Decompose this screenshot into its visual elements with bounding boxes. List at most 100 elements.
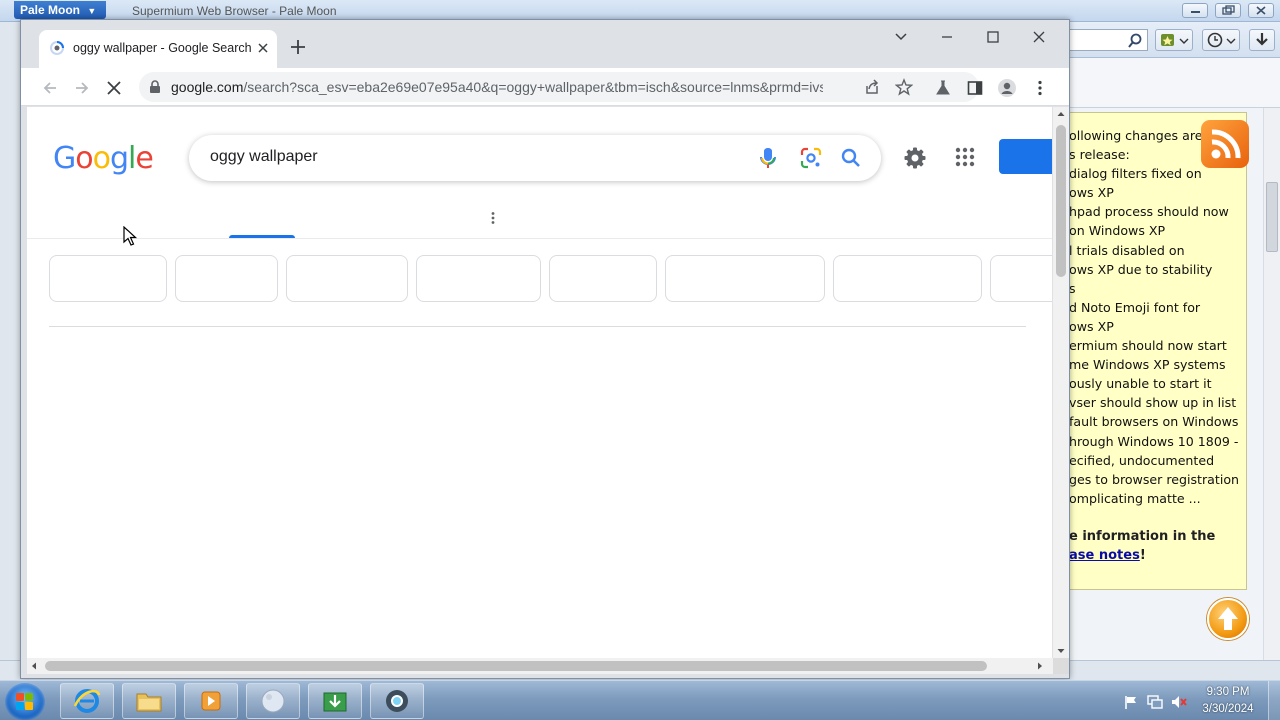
filter-chip[interactable] — [665, 255, 825, 302]
release-notes-panel: ollowing changes are i s release: dialog… — [1062, 112, 1247, 590]
bg-restore-button[interactable] — [1215, 3, 1241, 18]
logo-letter: G — [53, 141, 76, 176]
scrollbar-corner — [1053, 658, 1069, 674]
release-note-line: ermium should now start — [1069, 338, 1227, 354]
network-icon[interactable] — [1146, 694, 1164, 710]
filter-chip[interactable] — [286, 255, 408, 302]
action-center-flag-icon[interactable] — [1123, 694, 1139, 710]
settings-gear-icon[interactable] — [903, 146, 927, 170]
lock-icon[interactable] — [149, 80, 161, 94]
bookmark-star-icon[interactable] — [895, 78, 913, 96]
horizontal-scroll-thumb[interactable] — [45, 661, 987, 671]
mouse-pointer-icon — [123, 226, 139, 248]
url-text[interactable]: google.com/search?sca_esv=eba2e69e07e95a… — [171, 79, 823, 95]
rss-feed-icon[interactable] — [1201, 120, 1249, 168]
history-button[interactable] — [1202, 29, 1240, 51]
release-note-line: fault browsers on Windows — [1069, 414, 1239, 430]
scroll-left-arrow-icon[interactable] — [27, 658, 41, 674]
search-box[interactable]: oggy wallpaper — [189, 135, 881, 181]
bg-close-button[interactable] — [1248, 3, 1274, 18]
release-note-line: hpad process should now — [1069, 204, 1229, 220]
clock-time[interactable]: 9:30 PM — [1196, 686, 1260, 698]
pale-moon-taskbar-icon[interactable] — [246, 683, 300, 719]
release-note-line: ecified, undocumented — [1069, 452, 1215, 468]
bookmarks-button[interactable] — [1155, 29, 1193, 51]
filter-chip[interactable] — [549, 255, 657, 302]
more-info-prefix: e information in the — [1069, 528, 1216, 544]
new-tab-button[interactable] — [287, 36, 309, 58]
share-icon[interactable] — [863, 78, 881, 96]
loading-favicon-icon — [49, 40, 65, 56]
bg-minimize-button[interactable] — [1182, 3, 1208, 18]
download-manager-taskbar-icon[interactable] — [308, 683, 362, 719]
search-icon[interactable] — [839, 146, 863, 170]
filter-chip[interactable] — [49, 255, 167, 302]
pale-moon-menu-button[interactable]: Pale Moon ▼ — [14, 1, 106, 19]
more-menu-icon[interactable] — [1028, 76, 1052, 100]
logo-letter: g — [109, 141, 129, 176]
release-note-line: ously unable to start it — [1069, 376, 1212, 392]
stop-loading-button[interactable] — [102, 76, 126, 100]
tab-search-button[interactable] — [887, 26, 915, 48]
labs-flask-icon[interactable] — [931, 76, 955, 100]
google-apps-icon[interactable] — [955, 147, 975, 167]
filter-chip[interactable] — [833, 255, 982, 302]
chips-divider — [49, 326, 1026, 327]
release-note-line: l trials disabled on — [1069, 242, 1185, 258]
profile-avatar-icon[interactable] — [995, 76, 1019, 100]
google-logo[interactable]: Google — [53, 141, 154, 176]
search-input[interactable]: oggy wallpaper — [210, 148, 318, 166]
media-player-taskbar-icon[interactable] — [184, 683, 238, 719]
minimize-button[interactable] — [933, 26, 961, 48]
background-search-field[interactable] — [1070, 29, 1148, 51]
pale-moon-menu-label: Pale Moon — [20, 3, 81, 17]
downloads-button[interactable] — [1249, 29, 1275, 51]
background-window-title: Supermium Web Browser - Pale Moon — [132, 4, 337, 18]
google-lens-icon[interactable] — [799, 146, 823, 170]
start-button[interactable] — [5, 683, 45, 720]
release-note-line: ges to browser registration — [1069, 471, 1240, 487]
background-nav-strip — [1070, 58, 1280, 108]
volume-muted-icon[interactable] — [1170, 694, 1188, 710]
scroll-right-arrow-icon[interactable] — [1033, 658, 1047, 674]
release-note-line: ows XP due to stability — [1069, 261, 1213, 277]
address-bar[interactable]: google.com/search?sca_esv=eba2e69e07e95a… — [139, 72, 979, 102]
more-info-suffix: ! — [1139, 547, 1146, 563]
maximize-button[interactable] — [979, 26, 1007, 48]
supermium-taskbar-icon[interactable] — [370, 683, 424, 719]
scroll-down-arrow-icon[interactable] — [1053, 644, 1069, 658]
close-tab-icon[interactable] — [255, 40, 271, 56]
chevron-down-icon: ▼ — [87, 6, 97, 16]
filter-chip[interactable] — [990, 255, 1052, 302]
page-vertical-scrollbar[interactable] — [1053, 107, 1069, 658]
close-window-button[interactable] — [1025, 26, 1053, 48]
tab-google-search[interactable]: oggy wallpaper - Google Search — [39, 30, 277, 68]
filter-chip[interactable] — [175, 255, 278, 302]
back-button[interactable] — [38, 76, 62, 100]
microphone-icon[interactable] — [757, 146, 779, 170]
more-options-icon[interactable] — [490, 211, 496, 225]
forward-button[interactable] — [70, 76, 94, 100]
show-desktop-button[interactable] — [1268, 681, 1280, 720]
release-note-line: hrough Windows 10 1809 - — [1069, 433, 1239, 449]
search-icon[interactable] — [1127, 33, 1143, 49]
sign-in-button[interactable] — [999, 139, 1052, 174]
release-notes-link[interactable]: ase notes — [1069, 548, 1140, 563]
background-scrollbar-thumb[interactable] — [1266, 182, 1278, 252]
windows-taskbar: 9:30 PM 3/30/2024 — [0, 680, 1280, 720]
logo-letter: o — [92, 141, 111, 176]
vertical-scroll-thumb[interactable] — [1056, 125, 1066, 277]
scroll-to-top-icon[interactable] — [1207, 598, 1249, 640]
internet-explorer-taskbar-icon[interactable] — [60, 683, 114, 719]
side-panel-icon[interactable] — [963, 76, 987, 100]
release-note-line: vser should show up in list — [1069, 395, 1237, 411]
browser-toolbar: google.com/search?sca_esv=eba2e69e07e95a… — [21, 68, 1069, 106]
file-explorer-taskbar-icon[interactable] — [122, 683, 176, 719]
web-page: Google oggy wallpaper — [27, 107, 1052, 658]
release-note-line: ows XP — [1069, 185, 1114, 201]
filter-chip[interactable] — [416, 255, 541, 302]
page-horizontal-scrollbar[interactable] — [27, 658, 1053, 674]
scroll-up-arrow-icon[interactable] — [1053, 107, 1069, 121]
clock-date[interactable]: 3/30/2024 — [1196, 703, 1260, 715]
nav-divider — [27, 238, 1052, 239]
